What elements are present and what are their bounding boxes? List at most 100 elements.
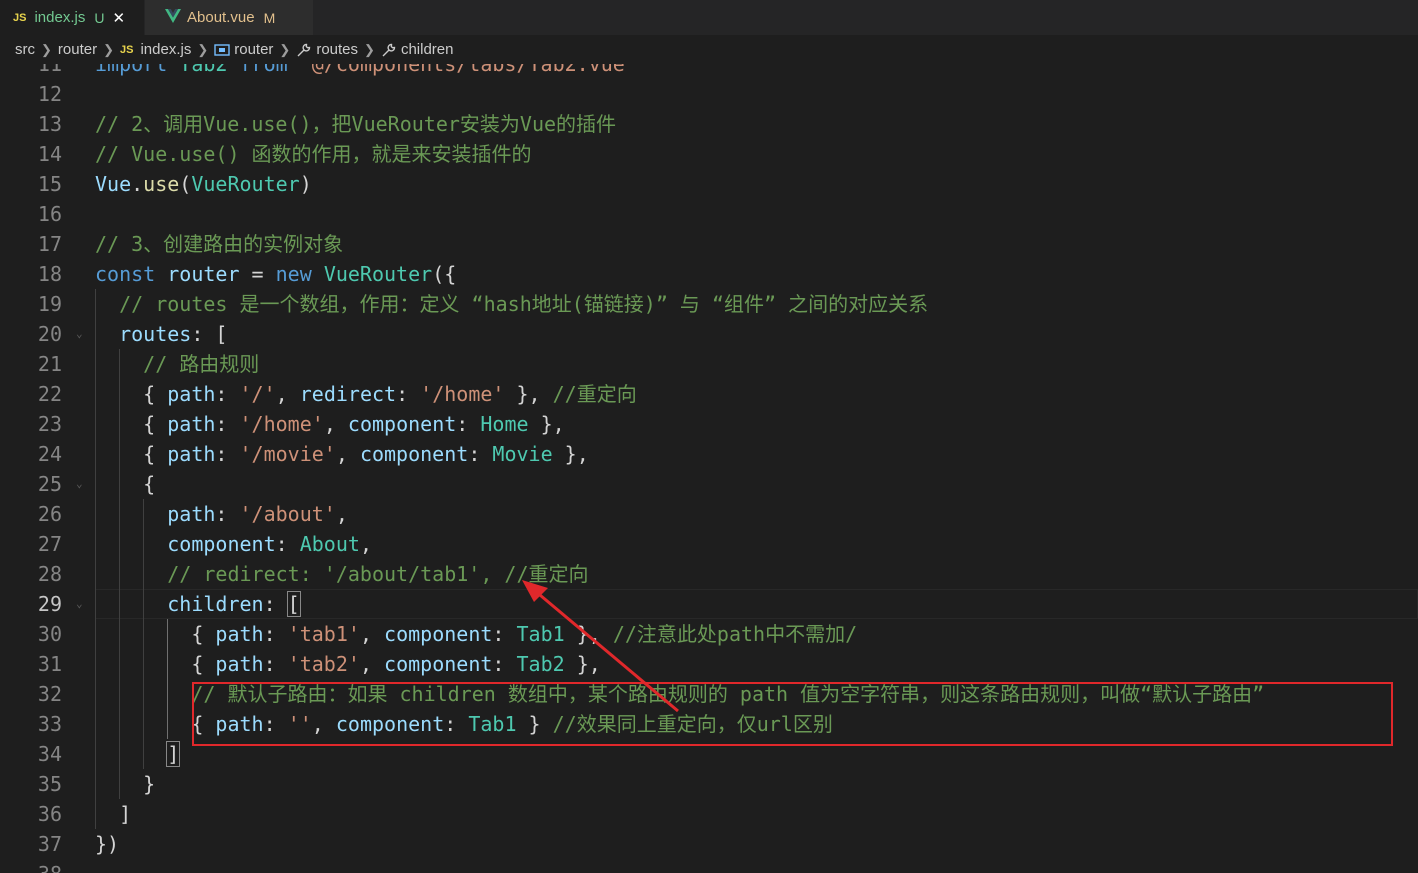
line-number: 19	[37, 292, 62, 316]
code-lines: 11 import Tab2 from '@/components/tabs/Ta…	[0, 64, 1418, 873]
breadcrumb-label: src	[15, 41, 35, 58]
code-text: children: [	[167, 591, 301, 617]
breadcrumb-label: routes	[316, 41, 359, 58]
breadcrumb-routes[interactable]: routes	[296, 41, 358, 58]
wrench-icon	[296, 42, 312, 58]
code-line[interactable]: 13 // 2、调用Vue.use()，把VueRouter安装为Vue的插件	[0, 109, 1418, 139]
code-line[interactable]: 36 ]	[0, 799, 1418, 829]
code-text: { path: '/movie', component: Movie },	[95, 442, 589, 466]
tab-label: About.vue	[187, 9, 255, 26]
breadcrumb-router-symbol[interactable]: router	[214, 41, 273, 58]
code-text: { path: 'tab2', component: Tab2 },	[95, 652, 601, 676]
breadcrumb-index-js[interactable]: JS index.js	[120, 41, 191, 58]
chevron-right-icon: ❯	[197, 41, 209, 57]
code-text: ]	[95, 802, 132, 826]
breadcrumb-label: children	[400, 41, 454, 58]
code-line[interactable]: 32 // 默认子路由：如果 children 数组中，某个路由规则的 path…	[0, 679, 1418, 709]
line-number: 23	[37, 412, 62, 436]
code-text: // 默认子路由：如果 children 数组中，某个路由规则的 path 值为…	[191, 682, 1265, 706]
code-line[interactable]: 15 Vue.use(VueRouter)	[0, 169, 1418, 199]
code-text: Vue.use(VueRouter)	[95, 172, 312, 196]
wrench-icon	[381, 42, 397, 58]
breadcrumb-router-folder[interactable]: router	[58, 41, 97, 58]
vue-file-icon	[165, 8, 181, 27]
code-line[interactable]: 18 const router = new VueRouter({	[0, 259, 1418, 289]
code-line[interactable]: 24 { path: '/movie', component: Movie },	[0, 439, 1418, 469]
code-text: path: '/about',	[167, 502, 348, 526]
line-number: 13	[37, 112, 62, 136]
code-text: // 2、调用Vue.use()，把VueRouter安装为Vue的插件	[95, 112, 617, 136]
line-number: 22	[37, 382, 62, 406]
code-text: component: About,	[167, 532, 372, 556]
code-line[interactable]: 23 { path: '/home', component: Home },	[0, 409, 1418, 439]
code-text: // routes 是一个数组，作用：定义 “hash地址(锚链接)” 与 “组…	[119, 292, 929, 316]
code-line[interactable]: 38	[0, 859, 1418, 873]
line-number: 35	[37, 772, 62, 796]
code-line[interactable]: 34 ]	[0, 739, 1418, 769]
untracked-badge: U	[94, 9, 105, 26]
fold-chevron-icon[interactable]: ⌄	[76, 469, 83, 499]
code-line[interactable]: 21 // 路由规则	[0, 349, 1418, 379]
breadcrumb-label: index.js	[140, 41, 192, 58]
line-number: 18	[37, 262, 62, 286]
line-number: 20	[37, 322, 62, 346]
code-line[interactable]: 20 ⌄ routes: [	[0, 319, 1418, 349]
code-line[interactable]: 29 ⌄ children: [	[0, 589, 1418, 619]
tab-about-vue[interactable]: About.vue M	[145, 0, 313, 35]
line-number: 33	[37, 712, 62, 736]
code-text: { path: 'tab1', component: Tab1 }, //注意此…	[95, 622, 858, 646]
line-number: 26	[37, 502, 62, 526]
line-number: 31	[37, 652, 62, 676]
code-text: {	[95, 472, 156, 496]
breadcrumb: src ❯ router ❯ JS index.js ❯ router ❯ rou…	[0, 35, 1418, 64]
breadcrumb-children[interactable]: children	[381, 41, 454, 58]
chevron-right-icon: ❯	[103, 41, 114, 57]
line-number: 28	[37, 562, 62, 586]
tab-index-js[interactable]: JS index.js U ✕	[0, 0, 144, 35]
code-line[interactable]: 22 { path: '/', redirect: '/home' }, //重…	[0, 379, 1418, 409]
line-number: 25	[37, 472, 62, 496]
breadcrumb-src[interactable]: src	[15, 41, 35, 58]
code-line[interactable]: 37})	[0, 829, 1418, 859]
editor-tab-bar: JS index.js U ✕ About.vue M	[0, 0, 1418, 35]
code-line[interactable]: 31 { path: 'tab2', component: Tab2 },	[0, 649, 1418, 679]
fold-chevron-icon[interactable]: ⌄	[76, 319, 83, 349]
breadcrumb-label: router	[234, 41, 274, 58]
line-number: 11	[37, 64, 62, 76]
breadcrumb-label: router	[57, 41, 98, 58]
code-line[interactable]: 35 }	[0, 769, 1418, 799]
line-number: 16	[37, 202, 62, 226]
code-line[interactable]: 19 // routes 是一个数组，作用：定义 “hash地址(锚链接)” 与…	[0, 289, 1418, 319]
code-line[interactable]: 25 ⌄ {	[0, 469, 1418, 499]
code-editor[interactable]: 11 import Tab2 from '@/components/tabs/Ta…	[0, 64, 1418, 873]
javascript-file-icon: JS	[120, 43, 134, 56]
code-text: { path: '/', redirect: '/home' }, //重定向	[95, 382, 637, 406]
code-line[interactable]: 33 { path: '', component: Tab1 } //效果同上重…	[0, 709, 1418, 739]
close-icon[interactable]: ✕	[112, 9, 125, 27]
code-line[interactable]: 12	[0, 79, 1418, 109]
line-number: 34	[37, 742, 62, 766]
fold-chevron-icon[interactable]: ⌄	[76, 589, 83, 619]
code-line[interactable]: 11 import Tab2 from '@/components/tabs/Ta…	[0, 64, 1418, 79]
line-number: 36	[37, 802, 62, 826]
chevron-right-icon: ❯	[364, 41, 375, 57]
line-number: 24	[37, 442, 62, 466]
code-line[interactable]: 14 // Vue.use() 函数的作用，就是来安装插件的	[0, 139, 1418, 169]
code-line[interactable]: 27 component: About,	[0, 529, 1418, 559]
code-line[interactable]: 16	[0, 199, 1418, 229]
tab-label: index.js	[34, 9, 86, 26]
code-line[interactable]: 26 path: '/about',	[0, 499, 1418, 529]
code-text: { path: '', component: Tab1 } //效果同上重定向，…	[95, 712, 833, 736]
code-text: }	[95, 772, 156, 796]
code-text: })	[95, 832, 120, 856]
code-text: // 路由规则	[143, 352, 260, 376]
code-line[interactable]: 30 { path: 'tab1', component: Tab1 }, //…	[0, 619, 1418, 649]
code-text: // redirect: '/about/tab1', //重定向	[167, 562, 589, 586]
modified-badge: M	[263, 9, 276, 26]
code-line[interactable]: 17 // 3、创建路由的实例对象	[0, 229, 1418, 259]
code-line[interactable]: 28 // redirect: '/about/tab1', //重定向	[0, 559, 1418, 589]
line-number: 14	[37, 142, 62, 166]
code-text: // Vue.use() 函数的作用，就是来安装插件的	[95, 142, 532, 166]
code-text: { path: '/home', component: Home },	[95, 412, 565, 436]
line-number: 21	[37, 352, 62, 376]
